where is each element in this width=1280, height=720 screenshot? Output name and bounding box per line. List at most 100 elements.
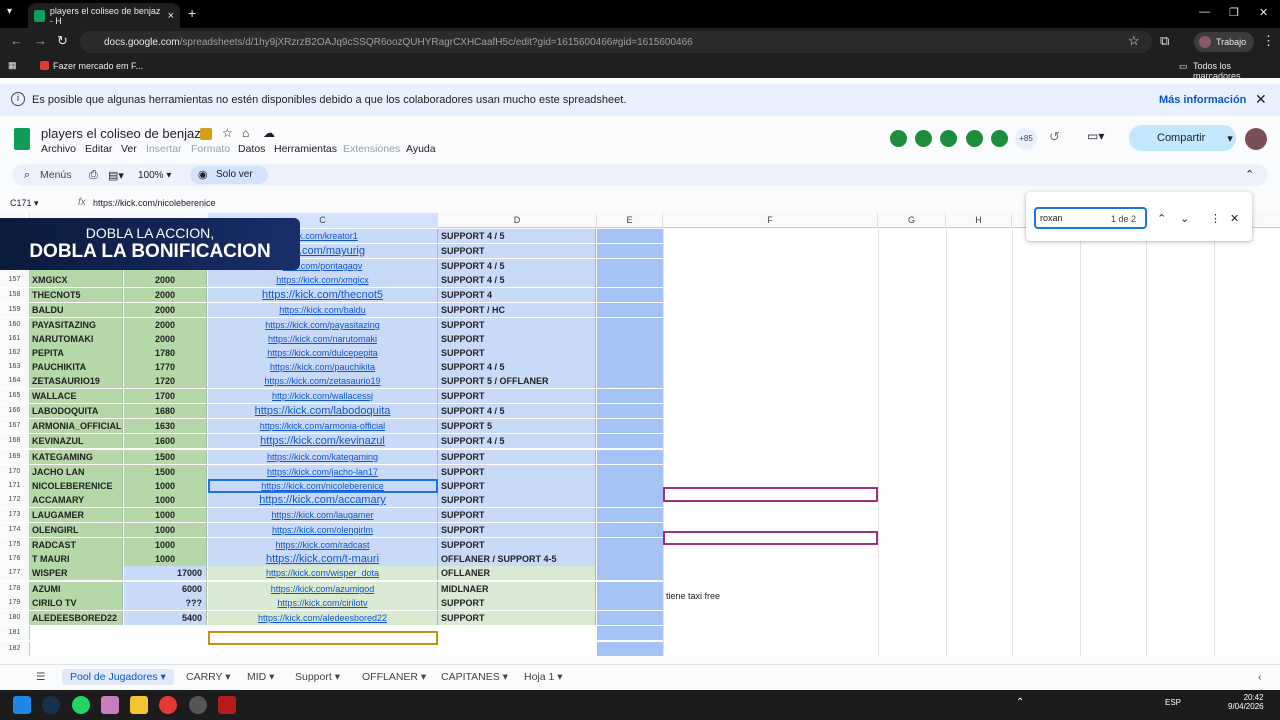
doc-title[interactable]: players el coliseo de benjaz <box>41 126 201 141</box>
sheet-grid[interactable]: kick.com/kreator1 SUPPORT 4 / 5 kick.com/m… <box>0 229 1280 656</box>
close-window-icon[interactable]: ✕ <box>1259 6 1268 19</box>
player-name-cell[interactable]: NARUTOMAKI <box>30 332 123 346</box>
role-cell[interactable]: SUPPORT 4 / 5 <box>438 229 596 243</box>
url-text[interactable]: docs.google.com/spreadsheets/d/1hy9jXRzr… <box>104 37 693 48</box>
player-name-cell[interactable]: BALDU <box>30 303 123 317</box>
browser-tab[interactable]: players el coliseo de benjaz - H × <box>28 3 180 28</box>
all-sheets-icon[interactable]: ☰ <box>36 671 45 683</box>
kick-link-cell[interactable]: https://kick.com/narutomaki <box>208 332 438 346</box>
role-cell[interactable]: SUPPORT <box>438 523 596 537</box>
column-e-cell[interactable] <box>597 303 663 317</box>
collaborator-avatar[interactable] <box>888 128 909 149</box>
row-number[interactable]: 164 <box>0 374 30 388</box>
column-e-cell[interactable] <box>597 229 663 243</box>
row-number[interactable]: 167 <box>0 419 30 433</box>
role-cell[interactable]: MIDLNAER <box>438 582 596 596</box>
role-cell[interactable]: SUPPORT 4 <box>438 288 596 302</box>
player-name-cell[interactable]: KEVINAZUL <box>30 434 123 448</box>
row-number[interactable]: 174 <box>0 523 30 537</box>
role-cell[interactable]: SUPPORT <box>438 508 596 522</box>
close-banner-icon[interactable]: ✕ <box>1255 91 1267 108</box>
role-cell[interactable]: SUPPORT 4 / 5 <box>438 259 596 273</box>
row-number[interactable]: 173 <box>0 508 30 522</box>
column-header-h[interactable]: H <box>946 213 1012 228</box>
role-cell[interactable]: SUPPORT 5 / OFFLANER <box>438 374 596 388</box>
user-avatar[interactable] <box>1245 128 1267 150</box>
sheets-scroll-icon[interactable]: ‹ <box>1258 671 1262 683</box>
mmr-cell[interactable]: 1680 <box>124 404 207 418</box>
menu-ver[interactable]: Ver <box>121 143 137 155</box>
column-e-cell[interactable] <box>597 273 663 287</box>
column-e-cell[interactable] <box>597 318 663 332</box>
obs-icon[interactable] <box>189 696 207 714</box>
player-name-cell[interactable]: ACCAMARY <box>30 493 123 507</box>
row-number[interactable]: 178 <box>0 582 30 596</box>
mmr-cell[interactable]: 1500 <box>124 465 207 479</box>
kick-link-cell[interactable]: https://kick.com/azumigod <box>208 582 438 596</box>
menu-datos[interactable]: Datos <box>238 143 265 155</box>
mmr-cell[interactable]: 1700 <box>124 389 207 403</box>
name-box[interactable]: C171 ▾ <box>10 198 39 209</box>
menus-search[interactable]: Menús <box>40 169 72 181</box>
kick-link-cell[interactable]: https://kick.com/t-mauri <box>208 552 438 566</box>
collaborator-avatar[interactable] <box>964 128 985 149</box>
role-cell[interactable]: SUPPORT <box>438 611 596 625</box>
row-number[interactable]: 162 <box>0 346 30 360</box>
row-number[interactable]: 177 <box>0 566 30 580</box>
column-e-cell[interactable] <box>597 404 663 418</box>
kick-link-cell[interactable]: https://kick.com/zetasaurio19 <box>208 374 438 388</box>
all-bookmarks-link[interactable]: Todos los marcadores <box>1193 61 1280 81</box>
kick-link-cell[interactable]: https://kick.com/accamary <box>208 493 438 507</box>
role-cell[interactable]: SUPPORT <box>438 479 596 493</box>
menu-archivo[interactable]: Archivo <box>41 143 76 155</box>
zoom-select[interactable]: 100% ▾ <box>138 170 171 181</box>
menu-formato[interactable]: Formato <box>191 143 230 155</box>
row-number[interactable]: 181 <box>0 626 30 640</box>
menu-extensiones[interactable]: Extensiones <box>343 143 400 155</box>
row-number[interactable]: 163 <box>0 360 30 374</box>
column-e-cell[interactable] <box>597 259 663 273</box>
print-icon[interactable]: ⎙ <box>89 169 98 182</box>
mmr-cell[interactable]: 1000 <box>124 523 207 537</box>
row-number[interactable]: 169 <box>0 450 30 464</box>
mmr-cell[interactable]: 5400 <box>124 611 207 625</box>
player-name-cell[interactable]: AZUMI <box>30 582 123 596</box>
role-cell[interactable]: SUPPORT <box>438 332 596 346</box>
player-name-cell[interactable]: CIRILO TV <box>30 596 123 610</box>
kick-link-cell[interactable]: https://kick.com/wisper_dota <box>208 566 438 580</box>
column-e-cell[interactable] <box>597 450 663 464</box>
column-e-cell[interactable] <box>597 523 663 537</box>
kick-link-cell[interactable]: https://kick.com/payasitazing <box>208 318 438 332</box>
mmr-cell[interactable]: 6000 <box>124 582 207 596</box>
player-name-cell[interactable]: LAUGAMER <box>30 508 123 522</box>
column-header-e[interactable]: E <box>597 213 663 228</box>
kick-link-cell[interactable]: http://kick.com/wallacessj <box>208 389 438 403</box>
history-icon[interactable]: ↺ <box>1049 129 1060 145</box>
chrome-icon[interactable] <box>159 696 177 714</box>
column-e-cell[interactable] <box>597 346 663 360</box>
player-name-cell[interactable]: THECNOT5 <box>30 288 123 302</box>
row-number[interactable]: 157 <box>0 273 30 287</box>
collaborator-avatar[interactable] <box>989 128 1010 149</box>
minimize-icon[interactable]: — <box>1199 6 1210 18</box>
more-collaborators-badge[interactable]: +85 <box>1015 128 1037 150</box>
column-e-cell[interactable] <box>597 389 663 403</box>
row-number[interactable]: 175 <box>0 538 30 552</box>
column-header-d[interactable]: D <box>438 213 597 228</box>
move-icon[interactable]: ⌂ <box>242 126 249 140</box>
file-explorer-icon[interactable] <box>130 696 148 714</box>
app-icon[interactable] <box>101 696 119 714</box>
column-e-cell[interactable] <box>597 538 663 552</box>
mmr-cell[interactable]: 2000 <box>124 273 207 287</box>
language-indicator[interactable]: ESP <box>1165 698 1181 707</box>
role-cell[interactable]: SUPPORT <box>438 318 596 332</box>
formula-value[interactable]: https://kick.com/nicoleberenice <box>93 198 216 208</box>
mmr-cell[interactable]: 2000 <box>124 332 207 346</box>
mmr-cell[interactable]: 2000 <box>124 318 207 332</box>
mmr-cell[interactable]: 2000 <box>124 303 207 317</box>
role-cell[interactable]: OFFLANER / SUPPORT 4-5 <box>438 552 596 566</box>
kick-link-cell[interactable]: https://kick.com/jacho-lan17 <box>208 465 438 479</box>
kick-link-cell[interactable]: https://kick.com/labodoquita <box>208 404 438 418</box>
sheet-tab-capitanes[interactable]: CAPITANES ▾ <box>441 671 508 683</box>
bookmark-link[interactable]: Fazer mercado em F... <box>53 61 143 71</box>
